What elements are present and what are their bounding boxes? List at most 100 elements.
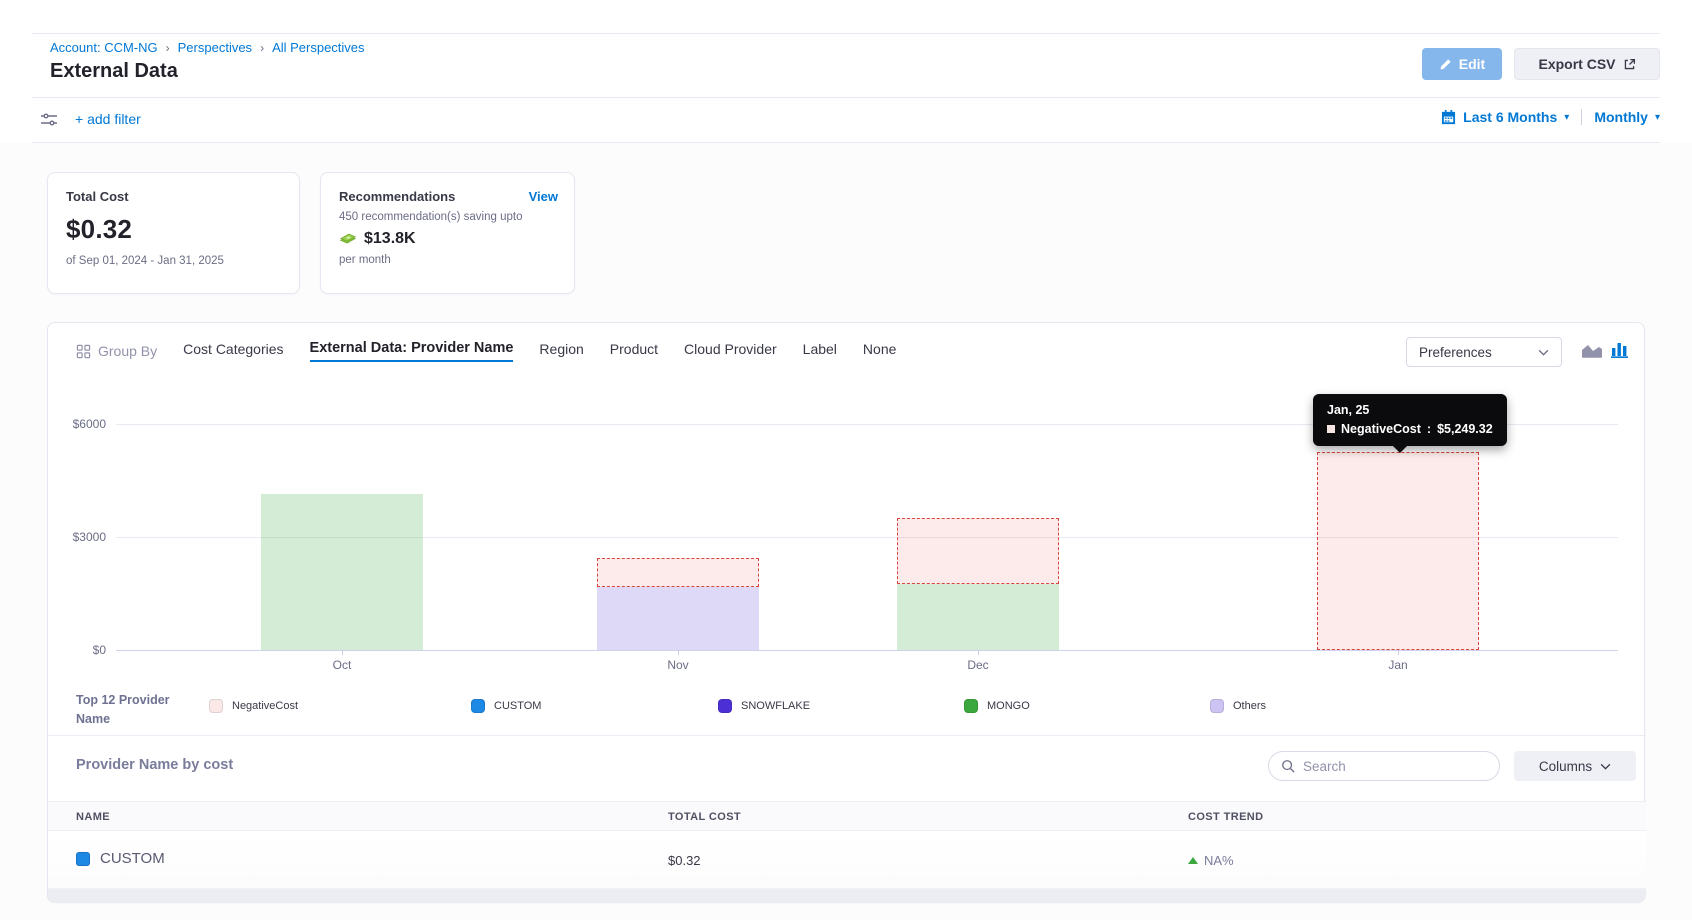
provider-name: CUSTOM: [100, 850, 165, 867]
legend-label: NegativeCost: [232, 700, 298, 712]
tab-none[interactable]: None: [863, 341, 896, 361]
legend-item-others[interactable]: Others: [1210, 699, 1266, 713]
bar-dec-mongo[interactable]: [897, 584, 1059, 650]
table-row[interactable]: CUSTOM $0.32 NA%: [48, 831, 1646, 889]
y-axis-label: $3000: [52, 530, 106, 544]
group-by-row: Group By Cost Categories External Data: …: [76, 323, 896, 379]
table-search: [1268, 751, 1500, 781]
legend-item-custom[interactable]: CUSTOM: [471, 699, 541, 713]
total-cost-value: $0.32: [66, 214, 281, 245]
recommendations-amount: $13.8K: [364, 230, 416, 248]
export-csv-button[interactable]: Export CSV: [1514, 48, 1660, 80]
trend-value: NA%: [1204, 853, 1234, 868]
total-cost-label: Total Cost: [66, 189, 281, 204]
filter-bar: + add filter Last 6 Months ▾ Monthly ▾: [32, 98, 1660, 142]
search-input[interactable]: [1303, 759, 1473, 774]
chevron-down-icon: ▾: [1655, 112, 1660, 123]
x-axis-label: Jan: [1338, 658, 1458, 672]
columns-button[interactable]: Columns: [1514, 751, 1636, 781]
breadcrumb-separator: ›: [166, 41, 170, 55]
breadcrumb-perspectives[interactable]: Perspectives: [178, 40, 252, 55]
legend-label: Others: [1233, 700, 1266, 712]
x-axis-tick: [678, 650, 679, 655]
tab-label[interactable]: Label: [803, 341, 837, 361]
chevron-down-icon: [1600, 763, 1611, 770]
total-cost-period: of Sep 01, 2024 - Jan 31, 2025: [66, 255, 281, 267]
breadcrumb-all-perspectives[interactable]: All Perspectives: [272, 40, 364, 55]
date-range-value: Last 6 Months: [1463, 109, 1557, 125]
filter-settings-icon[interactable]: [40, 112, 58, 128]
tooltip-title: Jan, 25: [1327, 403, 1493, 417]
legend-title: Top 12 Provider Name: [76, 691, 196, 730]
provider-color-swatch: [76, 852, 90, 866]
legend-label: SNOWFLAKE: [741, 700, 810, 712]
bar-chart-toggle-icon[interactable]: [1611, 342, 1631, 358]
pencil-icon: [1439, 58, 1452, 71]
legend-label: CUSTOM: [494, 700, 541, 712]
columns-label: Columns: [1539, 759, 1592, 774]
legend-item-mongo[interactable]: MONGO: [964, 699, 1030, 713]
recommendations-view-link[interactable]: View: [529, 189, 558, 204]
tab-cloud-provider[interactable]: Cloud Provider: [684, 341, 777, 361]
provider-total-cost: $0.32: [668, 853, 701, 868]
chart-tooltip: Jan, 25 NegativeCost : $5,249.32: [1313, 394, 1507, 446]
chart-panel: Group By Cost Categories External Data: …: [47, 322, 1645, 903]
group-by-text: Group By: [98, 343, 157, 359]
bar-nov-snowflake[interactable]: [597, 587, 759, 650]
table-next-row-partial: [48, 889, 1646, 903]
legend-item-negativecost[interactable]: NegativeCost: [209, 699, 298, 713]
x-axis-tick: [978, 650, 979, 655]
edit-button-label: Edit: [1459, 56, 1485, 72]
tooltip-separator: :: [1427, 422, 1431, 436]
tab-cost-categories[interactable]: Cost Categories: [183, 341, 283, 361]
recommendations-label: Recommendations: [339, 189, 556, 204]
recommendations-summary: 450 recommendation(s) saving upto: [339, 211, 556, 223]
legend-swatch: [209, 699, 223, 713]
table-header-row: NAME TOTAL COST COST TREND: [48, 801, 1646, 831]
legend-swatch: [964, 699, 978, 713]
add-filter-button[interactable]: + add filter: [75, 111, 141, 127]
granularity-dropdown[interactable]: Monthly ▾: [1582, 109, 1660, 125]
tooltip-value: $5,249.32: [1437, 422, 1493, 436]
chart-legend: Top 12 Provider Name NegativeCost CUSTOM S…: [48, 689, 1646, 735]
date-range-dropdown[interactable]: Last 6 Months ▾: [1441, 109, 1582, 125]
time-controls: Last 6 Months ▾ Monthly ▾: [1441, 109, 1660, 125]
legend-swatch: [471, 699, 485, 713]
area-chart-toggle-icon[interactable]: [1581, 342, 1603, 358]
y-axis-label: $6000: [52, 417, 106, 431]
bar-jan-negativecost[interactable]: [1317, 452, 1479, 650]
export-csv-label: Export CSV: [1538, 56, 1615, 72]
tooltip-series-label: NegativeCost: [1341, 422, 1421, 436]
recommendations-card: Recommendations View 450 recommendation(…: [320, 172, 575, 294]
legend-item-snowflake[interactable]: SNOWFLAKE: [718, 699, 810, 713]
perspective-page: Account: CCM-NG › Perspectives › All Per…: [0, 0, 1692, 920]
preferences-dropdown[interactable]: Preferences: [1406, 337, 1562, 367]
tab-region[interactable]: Region: [539, 341, 583, 361]
x-axis-label: Oct: [282, 658, 402, 672]
tooltip-series-swatch: [1327, 425, 1335, 433]
breadcrumb-account[interactable]: Account: CCM-NG: [50, 40, 158, 55]
bar-dec-negativecost[interactable]: [897, 518, 1059, 584]
granularity-value: Monthly: [1594, 109, 1648, 125]
bar-oct-mongo[interactable]: [261, 494, 423, 650]
col-header-name[interactable]: NAME: [76, 811, 110, 823]
recommendations-per-month: per month: [339, 254, 556, 266]
tab-product[interactable]: Product: [610, 341, 658, 361]
calendar-icon: [1441, 110, 1456, 125]
col-header-total-cost[interactable]: TOTAL COST: [668, 811, 741, 823]
breadcrumb: Account: CCM-NG › Perspectives › All Per…: [50, 40, 365, 55]
edit-button[interactable]: Edit: [1422, 48, 1502, 80]
x-axis-label: Dec: [918, 658, 1038, 672]
group-by-label: Group By: [76, 343, 157, 359]
legend-swatch: [718, 699, 732, 713]
x-axis-label: Nov: [618, 658, 738, 672]
tab-external-data-provider-name[interactable]: External Data: Provider Name: [310, 340, 514, 362]
trend-up-icon: [1188, 857, 1198, 864]
x-axis-tick: [342, 650, 343, 655]
chevron-down-icon: [1538, 349, 1549, 356]
col-header-cost-trend[interactable]: COST TREND: [1188, 811, 1264, 823]
breadcrumb-separator: ›: [260, 41, 264, 55]
y-axis-label: $0: [52, 643, 106, 657]
top-divider: [32, 33, 1660, 34]
bar-nov-negativecost[interactable]: [597, 558, 759, 587]
